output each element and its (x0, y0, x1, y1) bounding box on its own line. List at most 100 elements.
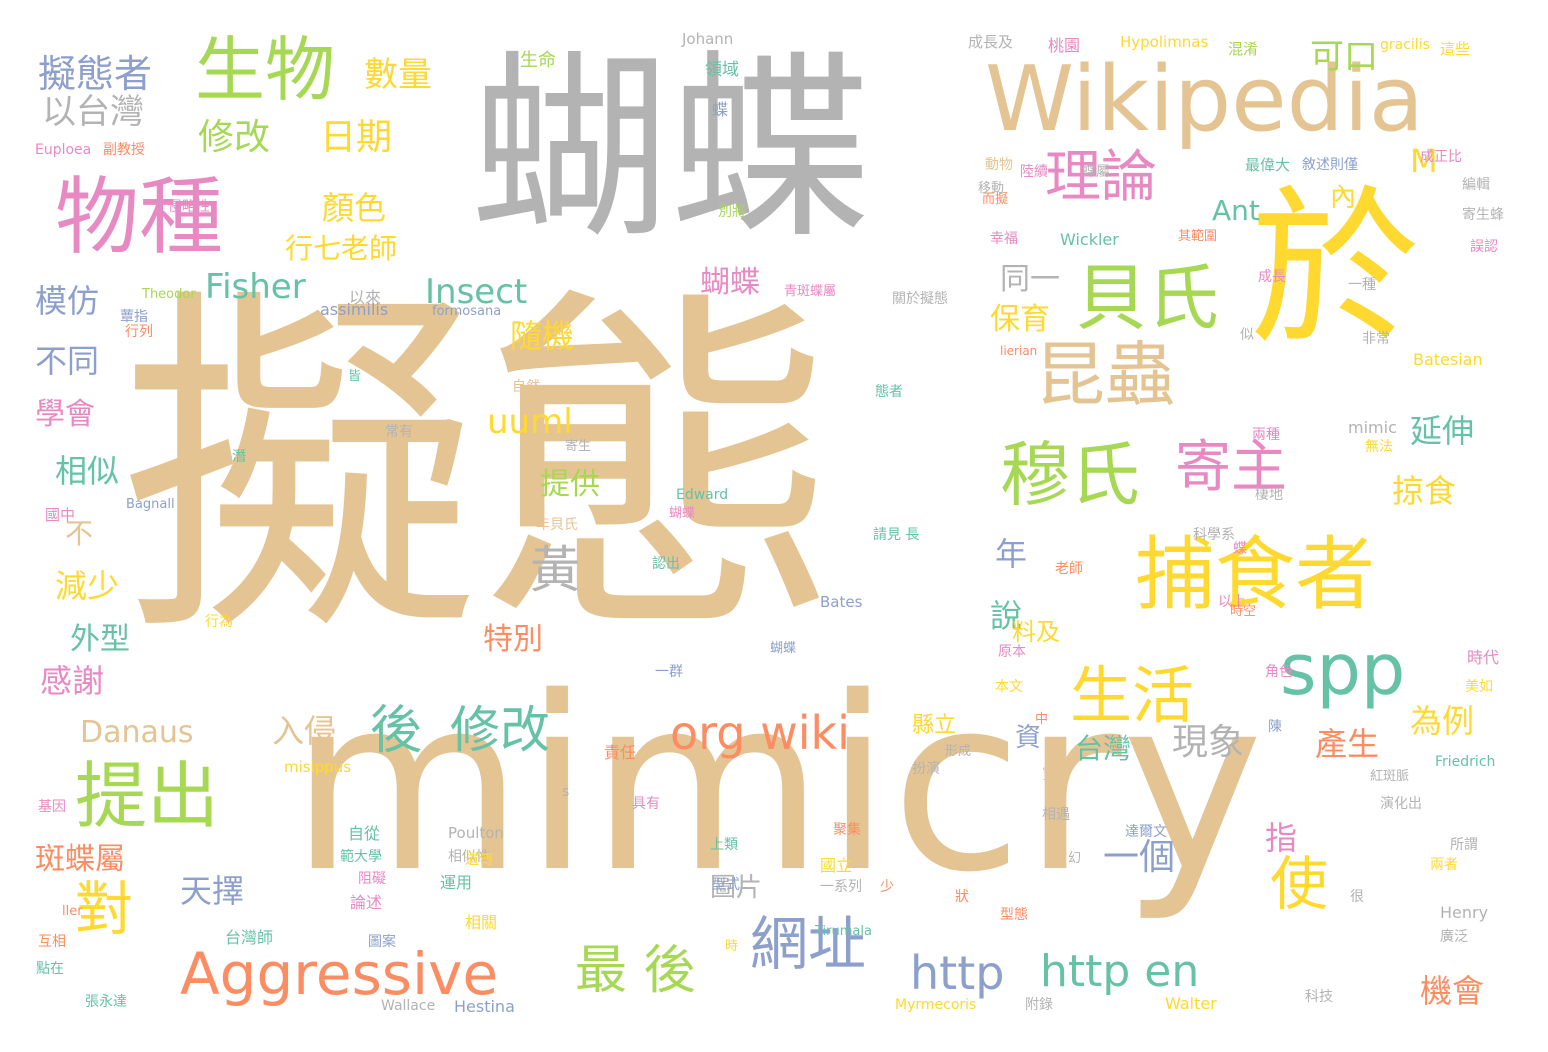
word-73: 生命 (520, 50, 556, 71)
word-146: 中 (1035, 712, 1049, 727)
word-141: 角色 (1265, 664, 1293, 680)
word-81: 領域 (705, 60, 739, 80)
word-126: 國中 (45, 506, 76, 524)
word-ant-37: Ant (1212, 194, 1260, 227)
word-http-en-21: http en (1040, 946, 1200, 997)
word-122: 無法 (1365, 439, 1393, 455)
word-51: 不 (65, 517, 94, 550)
word-181: 很 (1350, 889, 1364, 905)
word-uuml-47: uuml (487, 402, 573, 442)
word-9: 昆蟲 (1035, 334, 1175, 416)
word-myrmecoris-195: Myrmecoris (895, 997, 977, 1013)
word-165: 範大學 (340, 849, 382, 865)
word-123: 潛 (232, 449, 246, 465)
word-82: 蝶 (712, 100, 729, 119)
word-hestina-194: Hestina (454, 997, 515, 1016)
word-59: 台灣 (1075, 732, 1132, 765)
word-http-20: http (910, 946, 1005, 1000)
word-116: 自然 (512, 379, 540, 395)
word-hypolimnas-77: Hypolimnas (1120, 33, 1209, 51)
word-69: 天擇 (180, 872, 245, 910)
word-52: 提供 (540, 467, 600, 502)
word-33: 顏色 (322, 189, 387, 227)
word-29: 修改 (198, 117, 271, 158)
word-108: 行列 (125, 324, 153, 340)
word-misippus-151: misippus (284, 758, 352, 776)
word-190: 圖案 (368, 934, 396, 950)
word-50: 掠食 (1392, 472, 1457, 510)
word-32: 可口 (1310, 37, 1378, 77)
word-169: 上類 (710, 837, 738, 853)
word-106: 成長 (1258, 269, 1286, 285)
word-theodor-101: Theodor (142, 287, 196, 302)
word-71: 機會 (1420, 972, 1485, 1010)
word-112: 非常 (1362, 331, 1390, 347)
word-43: 模仿 (35, 282, 100, 320)
word-24: 最 後 (575, 941, 696, 1001)
word-lierian-113: lierian (1000, 344, 1038, 358)
word-111: 似 (1240, 327, 1254, 343)
word-98: 幸福 (990, 231, 1018, 247)
word-107: 一種 (1348, 277, 1376, 293)
word-95: 動物 (985, 157, 1013, 173)
word-97: 別將 (718, 204, 746, 220)
word-18: 修改 (450, 701, 550, 759)
word-198: 科技 (1305, 989, 1333, 1005)
word-org-wiki-19: org wiki (670, 706, 850, 760)
word-66: 一個 (1103, 837, 1176, 878)
word-160: 演化出 (1380, 796, 1422, 812)
word-edward-124: Edward (676, 487, 729, 503)
word-152: 扮演 (912, 761, 940, 777)
word-168: 遺傳 (465, 852, 493, 868)
word-134: 老師 (1055, 561, 1083, 577)
word-159: 相遇 (1042, 807, 1070, 823)
word-174: 運用 (440, 873, 473, 892)
word-130: 蝴蝶 (669, 506, 696, 521)
word-60: 現象 (1172, 722, 1245, 763)
word-28: 以台灣 (42, 92, 144, 132)
word-45: 隨機 (510, 317, 575, 355)
word-100: 其範圍 (1178, 229, 1218, 244)
word-138: 行為 (205, 614, 233, 630)
word-180: 狀 (955, 889, 969, 905)
word-johann-74: Johann (682, 30, 734, 48)
word-31: 數量 (364, 55, 432, 95)
word-40: 同一 (1000, 262, 1060, 297)
word-walter-197: Walter (1165, 994, 1217, 1013)
word-87: 最偉大 (1245, 156, 1291, 174)
word-danaus-58: Danaus (80, 715, 194, 750)
word-105: 關於擬態 (892, 291, 948, 307)
word-185: 相關 (465, 913, 498, 932)
word-163: 達爾文 (1125, 824, 1167, 840)
word-91: 寄生蜂 (1462, 207, 1504, 223)
word-30: 日期 (320, 117, 393, 158)
word-26: 後 (370, 701, 423, 761)
word-76: 桃園 (1048, 36, 1081, 55)
word-67: 指 (1265, 819, 1298, 857)
word-48: 相似 (55, 452, 120, 490)
word-56: 感謝 (40, 662, 105, 700)
word-187: 型態 (1000, 907, 1028, 923)
word-62: 為例 (1410, 702, 1475, 740)
word-25: 黃 (530, 541, 580, 599)
word-spp-12: spp (1280, 629, 1406, 711)
word-formosana-110: formosana (432, 304, 502, 319)
word-fisher-35: Fisher (205, 267, 306, 307)
word-144: 本文 (995, 679, 1023, 695)
word-65: 料及 (1012, 618, 1060, 646)
word-54: 外型 (70, 622, 130, 657)
word-86: 蝶屬 (1082, 164, 1110, 180)
word-125: 棲地 (1255, 487, 1283, 503)
word-118: 常有 (385, 424, 413, 440)
word-72: 資 (1015, 723, 1042, 753)
word-128: 年貝氏 (536, 517, 578, 533)
word-164: 幻 (1068, 851, 1082, 866)
word-78: 混淆 (1228, 40, 1259, 58)
word-6: 生物 (195, 29, 335, 111)
word-cloud: 擬態 mimicry 蝴蝶於 Wikipedia 物種 生物 捕食者 提出 昆蟲 貝氏 穆氏 spp 生… (0, 0, 1548, 1052)
word-155: 紅斑脈 (1370, 769, 1410, 784)
word-142: 時代 (1467, 648, 1500, 667)
word-84: 副教授 (103, 142, 145, 158)
word-batesian-114: Batesian (1413, 350, 1483, 369)
word-tirumala-186: Tirumala (815, 924, 872, 939)
